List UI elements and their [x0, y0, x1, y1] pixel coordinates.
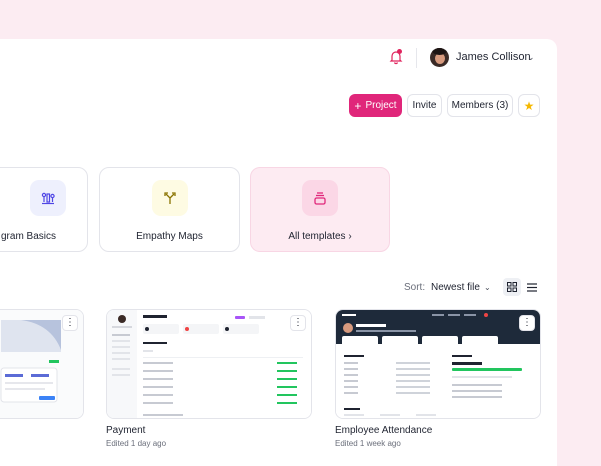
diagram-icon	[30, 180, 66, 216]
stack-icon	[302, 180, 338, 216]
main-panel: James Collison ⌄ + Project Invite Member…	[0, 39, 557, 466]
project-thumbnail	[107, 310, 311, 418]
project-edited-time: Edited 1 day ago	[106, 439, 167, 448]
project-thumbnail	[336, 310, 540, 418]
project-edited-time: Edited 1 week ago	[335, 439, 401, 448]
project-button-label: Project	[365, 100, 397, 111]
template-card-diagram-basics[interactable]: gram Basics	[0, 167, 88, 252]
project-card-employee-attendance[interactable]: ⋮	[335, 309, 541, 419]
more-options-icon[interactable]: ⋮	[62, 315, 78, 331]
add-project-button[interactable]: + Project	[349, 94, 402, 117]
notification-dot	[397, 49, 402, 54]
project-title[interactable]: Employee Attendance	[335, 425, 432, 436]
more-options-icon[interactable]: ⋮	[290, 315, 306, 331]
favorite-button[interactable]: ★	[518, 94, 540, 117]
project-title[interactable]: Payment	[106, 425, 145, 436]
branch-arrows-icon	[151, 180, 188, 216]
members-button[interactable]: Members (3)	[447, 94, 513, 117]
notification-bell-icon[interactable]	[388, 49, 404, 65]
header-divider	[416, 48, 417, 68]
chevron-down-icon[interactable]: ⌄	[484, 283, 491, 292]
project-card-payment[interactable]: ⋮	[106, 309, 312, 419]
sort-label: Sort:	[404, 282, 426, 293]
list-view-icon[interactable]	[524, 279, 540, 295]
plus-icon: +	[354, 98, 362, 113]
template-label: gram Basics	[1, 231, 57, 242]
user-name[interactable]: James Collison	[456, 51, 531, 63]
all-templates-label: All templates ›	[288, 231, 352, 242]
avatar[interactable]	[430, 48, 449, 67]
template-label: Empathy Maps	[136, 231, 203, 242]
chevron-right-icon: ›	[348, 231, 352, 242]
chevron-down-icon[interactable]: ⌄	[527, 52, 535, 63]
sort-select[interactable]: Newest file	[431, 282, 480, 293]
star-icon: ★	[523, 98, 535, 113]
more-options-icon[interactable]: ⋮	[519, 315, 535, 331]
invite-button[interactable]: Invite	[407, 94, 442, 117]
template-card-all-templates[interactable]: All templates ›	[250, 167, 390, 252]
template-card-empathy-maps[interactable]: Empathy Maps	[99, 167, 240, 252]
grid-view-icon[interactable]	[503, 278, 521, 296]
project-card[interactable]: ⋮	[0, 309, 84, 419]
